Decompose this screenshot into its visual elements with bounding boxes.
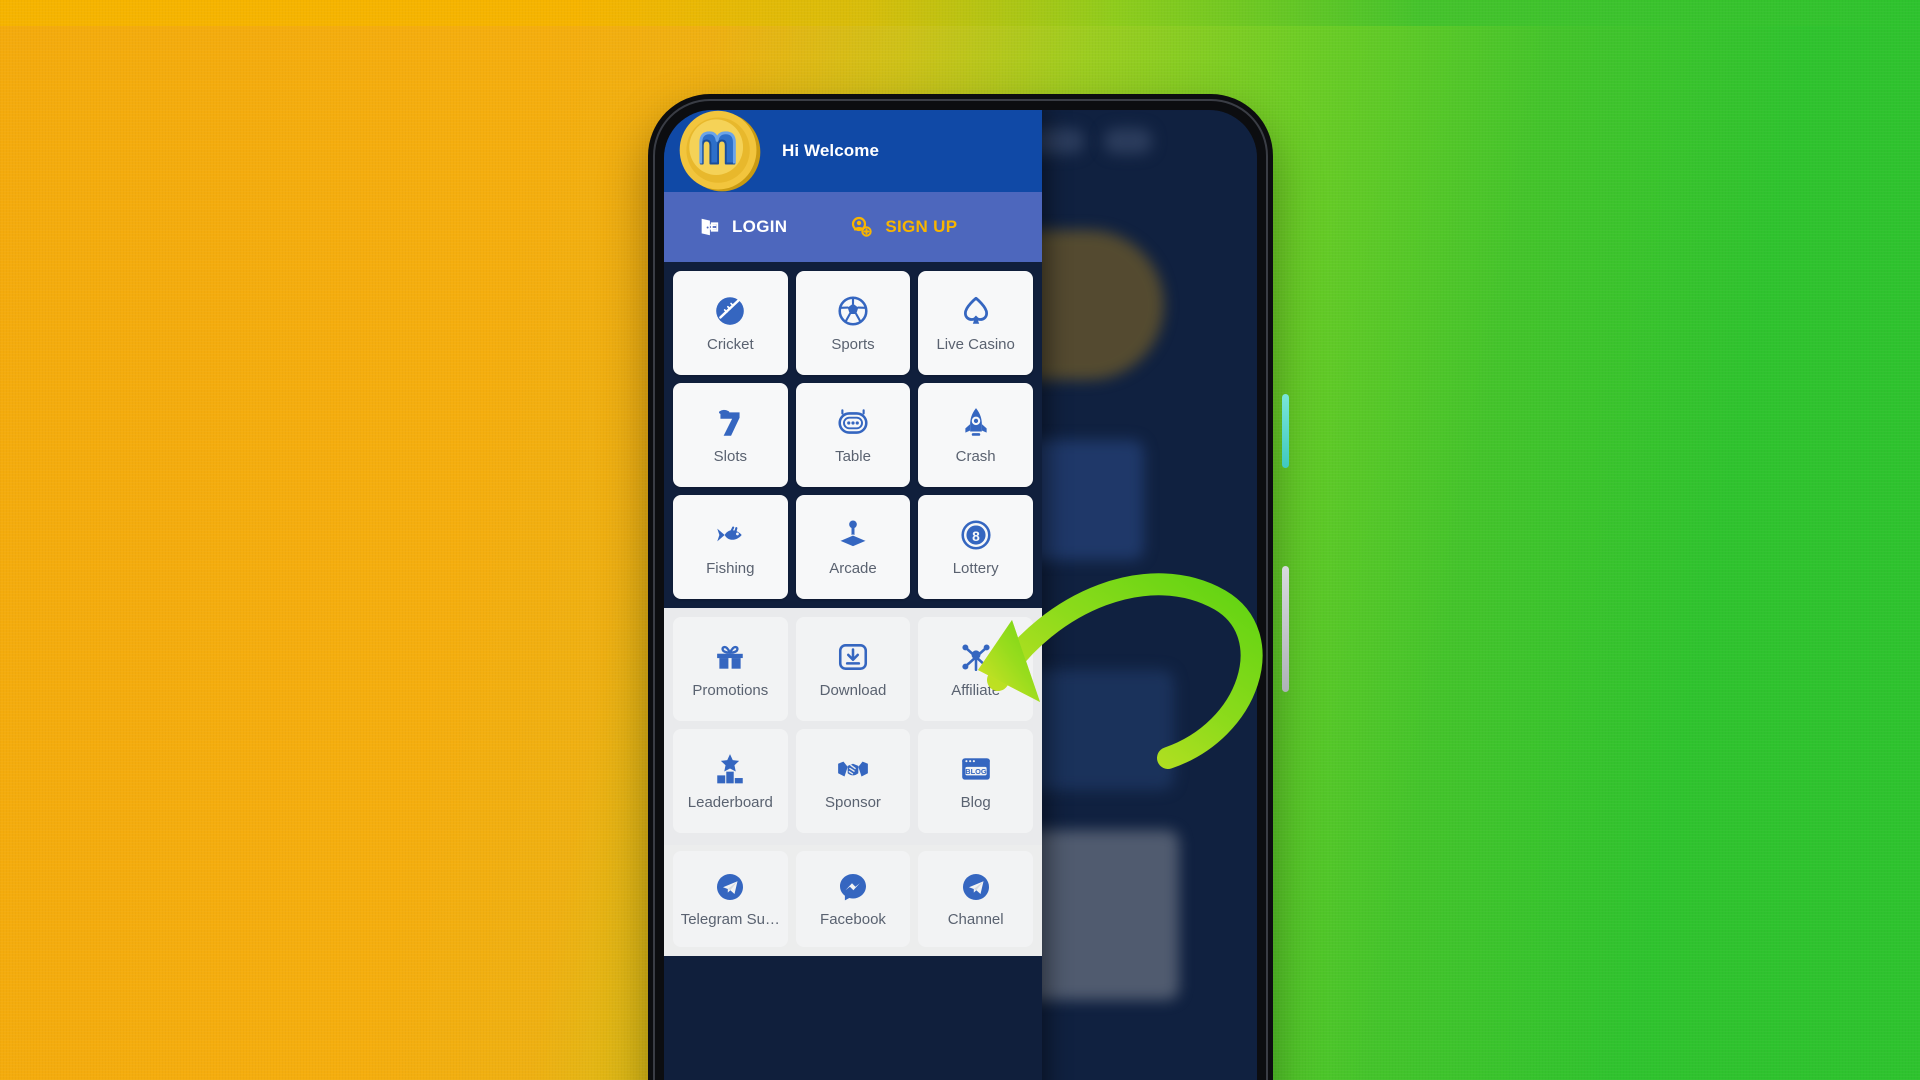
- background-top-strip: [0, 0, 1920, 26]
- menu-tile-affiliate[interactable]: Affiliate: [918, 617, 1033, 721]
- menu-tile-sponsor[interactable]: Sponsor: [795, 729, 911, 833]
- messenger-icon: [839, 874, 866, 901]
- menu-tile-table[interactable]: Table: [795, 383, 911, 487]
- social-section: Telegram Su… Facebook Channel: [664, 845, 1042, 956]
- menu-tile-label: Promotions: [692, 683, 769, 698]
- menu-tile-fishing[interactable]: Fishing: [673, 495, 788, 599]
- download-icon: [838, 644, 868, 670]
- eight-ball-icon: 8: [961, 520, 991, 550]
- menu-tile-live-casino[interactable]: Live Casino: [918, 271, 1033, 375]
- phone-screen: Hi Welcome LOGIN SIGN UP Cricket Sports …: [664, 110, 1257, 1080]
- menu-tile-slots[interactable]: Slots: [673, 383, 788, 487]
- user-add-icon: [852, 216, 873, 237]
- menu-tile-download[interactable]: Download: [795, 617, 911, 721]
- login-door-icon: [701, 218, 719, 236]
- login-button[interactable]: LOGIN: [698, 216, 787, 238]
- signup-button[interactable]: SIGN UP: [849, 215, 957, 239]
- svg-text:BLOG: BLOG: [965, 767, 987, 776]
- menu-tile-label: Slots: [713, 449, 747, 464]
- menu-tile-label: Sponsor: [825, 795, 881, 810]
- menu-tile-label: Live Casino: [936, 337, 1015, 352]
- menu-tile-label: Table: [835, 449, 871, 464]
- menu-tile-label: Telegram Su…: [680, 912, 780, 927]
- soccer-ball-icon: [838, 296, 868, 326]
- lucky-seven-icon: [719, 409, 740, 436]
- menu-tile-sports[interactable]: Sports: [795, 271, 911, 375]
- menu-tile-leaderboard[interactable]: Leaderboard: [673, 729, 788, 833]
- gift-icon: [717, 645, 744, 669]
- menu-tile-promotions[interactable]: Promotions: [673, 617, 788, 721]
- menu-tile-cricket[interactable]: Cricket: [673, 271, 788, 375]
- menu-tile-channel[interactable]: Channel: [918, 851, 1033, 947]
- menu-tile-label: Sports: [831, 337, 875, 352]
- menu-tile-lottery[interactable]: 8 Lottery: [918, 495, 1033, 599]
- menu-tile-blog[interactable]: BLOG Blog: [918, 729, 1033, 833]
- utility-section: Promotions Download Affiliate Leaderboar…: [664, 608, 1042, 845]
- telegram-icon: [717, 874, 744, 900]
- fish-icon: [717, 526, 743, 542]
- roulette-icon: [838, 409, 868, 434]
- m-coin-logo-icon: [679, 110, 761, 192]
- network-share-icon: [962, 644, 990, 672]
- phone-volume-button[interactable]: [1282, 566, 1289, 692]
- menu-tile-label: Crash: [955, 449, 996, 464]
- svg-text:8: 8: [972, 528, 980, 544]
- menu-tile-label: Blog: [960, 795, 991, 810]
- drawer-header: Hi Welcome: [664, 110, 1042, 192]
- cricket-ball-icon: [716, 297, 745, 325]
- menu-tile-arcade[interactable]: Arcade: [795, 495, 911, 599]
- phone-power-button[interactable]: [1282, 394, 1289, 468]
- side-menu-drawer: Hi Welcome LOGIN SIGN UP Cricket Sports …: [664, 110, 1042, 1080]
- blog-window-icon: BLOG: [961, 758, 990, 780]
- menu-tile-label: Channel: [947, 912, 1004, 927]
- phone-mockup: Hi Welcome LOGIN SIGN UP Cricket Sports …: [636, 82, 1289, 1080]
- auth-bar: LOGIN SIGN UP: [664, 192, 1042, 262]
- menu-tile-label: Arcade: [829, 561, 877, 576]
- menu-tile-label: Lottery: [952, 561, 999, 576]
- podium-star-icon: [717, 754, 744, 784]
- menu-tile-label: Download: [819, 683, 887, 698]
- menu-tile-telegram-support[interactable]: Telegram Su…: [673, 851, 788, 947]
- menu-tile-label: Facebook: [820, 912, 886, 927]
- menu-tile-label: Cricket: [706, 337, 754, 352]
- screenshot-stage: Hi Welcome LOGIN SIGN UP Cricket Sports …: [0, 0, 1920, 1080]
- games-grid: Cricket Sports Live Casino Slots Table C…: [664, 262, 1042, 608]
- menu-tile-label: Fishing: [706, 561, 755, 576]
- welcome-greeting: Hi Welcome: [782, 141, 880, 160]
- spade-icon: [963, 296, 988, 324]
- utility-grid: Promotions Download Affiliate Leaderboar…: [673, 617, 1033, 833]
- handshake-icon: [838, 761, 868, 777]
- menu-tile-crash[interactable]: Crash: [918, 383, 1033, 487]
- social-grid: Telegram Su… Facebook Channel: [673, 851, 1033, 947]
- rocket-icon: [965, 408, 987, 436]
- signup-label: SIGN UP: [885, 217, 958, 236]
- menu-tile-label: Affiliate: [951, 683, 1001, 698]
- telegram-icon: [962, 874, 989, 900]
- login-label: LOGIN: [732, 217, 788, 236]
- menu-tile-label: Leaderboard: [687, 795, 773, 810]
- joystick-icon: [837, 520, 869, 548]
- menu-tile-facebook[interactable]: Facebook: [795, 851, 911, 947]
